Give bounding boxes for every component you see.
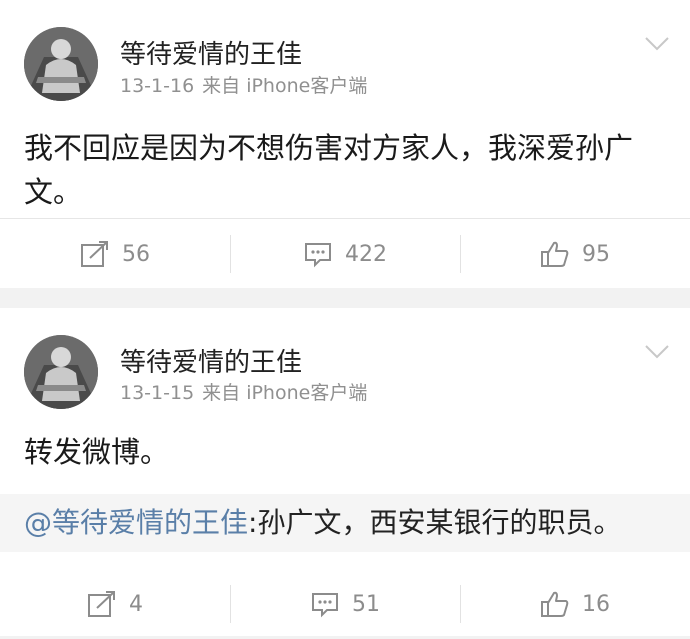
repost-button[interactable]: 56 (0, 219, 230, 289)
like-count: 16 (582, 591, 610, 617)
post-text: 我不回应是因为不想伤害对方家人，我深爱孙广文。 (24, 131, 634, 209)
like-button[interactable]: 95 (460, 219, 690, 289)
quoted-post[interactable]: @等待爱情的王佳:孙广文，西安某银行的职员。 (0, 494, 690, 552)
edit-share-icon (88, 591, 115, 617)
chevron-down-icon[interactable] (644, 344, 670, 360)
repost-button[interactable]: 4 (0, 569, 230, 639)
action-bar: 4 51 16 (0, 569, 690, 639)
chevron-down-icon[interactable] (644, 36, 670, 52)
post-meta: 13-1-16 来自 iPhone客户端 (120, 71, 367, 98)
post-meta: 13-1-15 来自 iPhone客户端 (120, 378, 367, 405)
comment-button[interactable]: 422 (230, 219, 460, 289)
like-button[interactable]: 16 (460, 569, 690, 639)
post-source: 来自 iPhone客户端 (202, 382, 368, 404)
comment-count: 422 (345, 241, 387, 267)
thumbs-up-icon (541, 591, 569, 617)
comment-bubble-icon (305, 243, 331, 268)
weibo-post-card: 等待爱情的王佳 13-1-15 来自 iPhone客户端 转发微博。 @等待爱情的… (0, 308, 690, 636)
username[interactable]: 等待爱情的王佳 (120, 342, 302, 379)
action-bar: 56 422 95 (0, 218, 690, 289)
like-count: 95 (582, 241, 610, 267)
post-date: 13-1-16 (120, 75, 195, 97)
comment-count: 51 (352, 591, 380, 617)
repost-count: 56 (122, 241, 150, 267)
post-text: 转发微博。 (24, 435, 170, 469)
post-source: 来自 iPhone客户端 (202, 75, 368, 97)
comment-button[interactable]: 51 (230, 569, 460, 639)
weibo-post-card: 等待爱情的王佳 13-1-16 来自 iPhone客户端 我不回应是因为不想伤害对… (0, 0, 690, 288)
avatar[interactable] (24, 335, 98, 409)
comment-bubble-icon (312, 593, 338, 618)
repost-count: 4 (129, 591, 143, 617)
post-date: 13-1-15 (120, 382, 195, 404)
edit-share-icon (81, 241, 108, 267)
thumbs-up-icon (541, 241, 569, 267)
username[interactable]: 等待爱情的王佳 (120, 34, 302, 71)
avatar[interactable] (24, 27, 98, 101)
quoted-text: :孙广文，西安某银行的职员。 (248, 506, 622, 539)
quoted-mention[interactable]: @等待爱情的王佳 (24, 506, 248, 539)
